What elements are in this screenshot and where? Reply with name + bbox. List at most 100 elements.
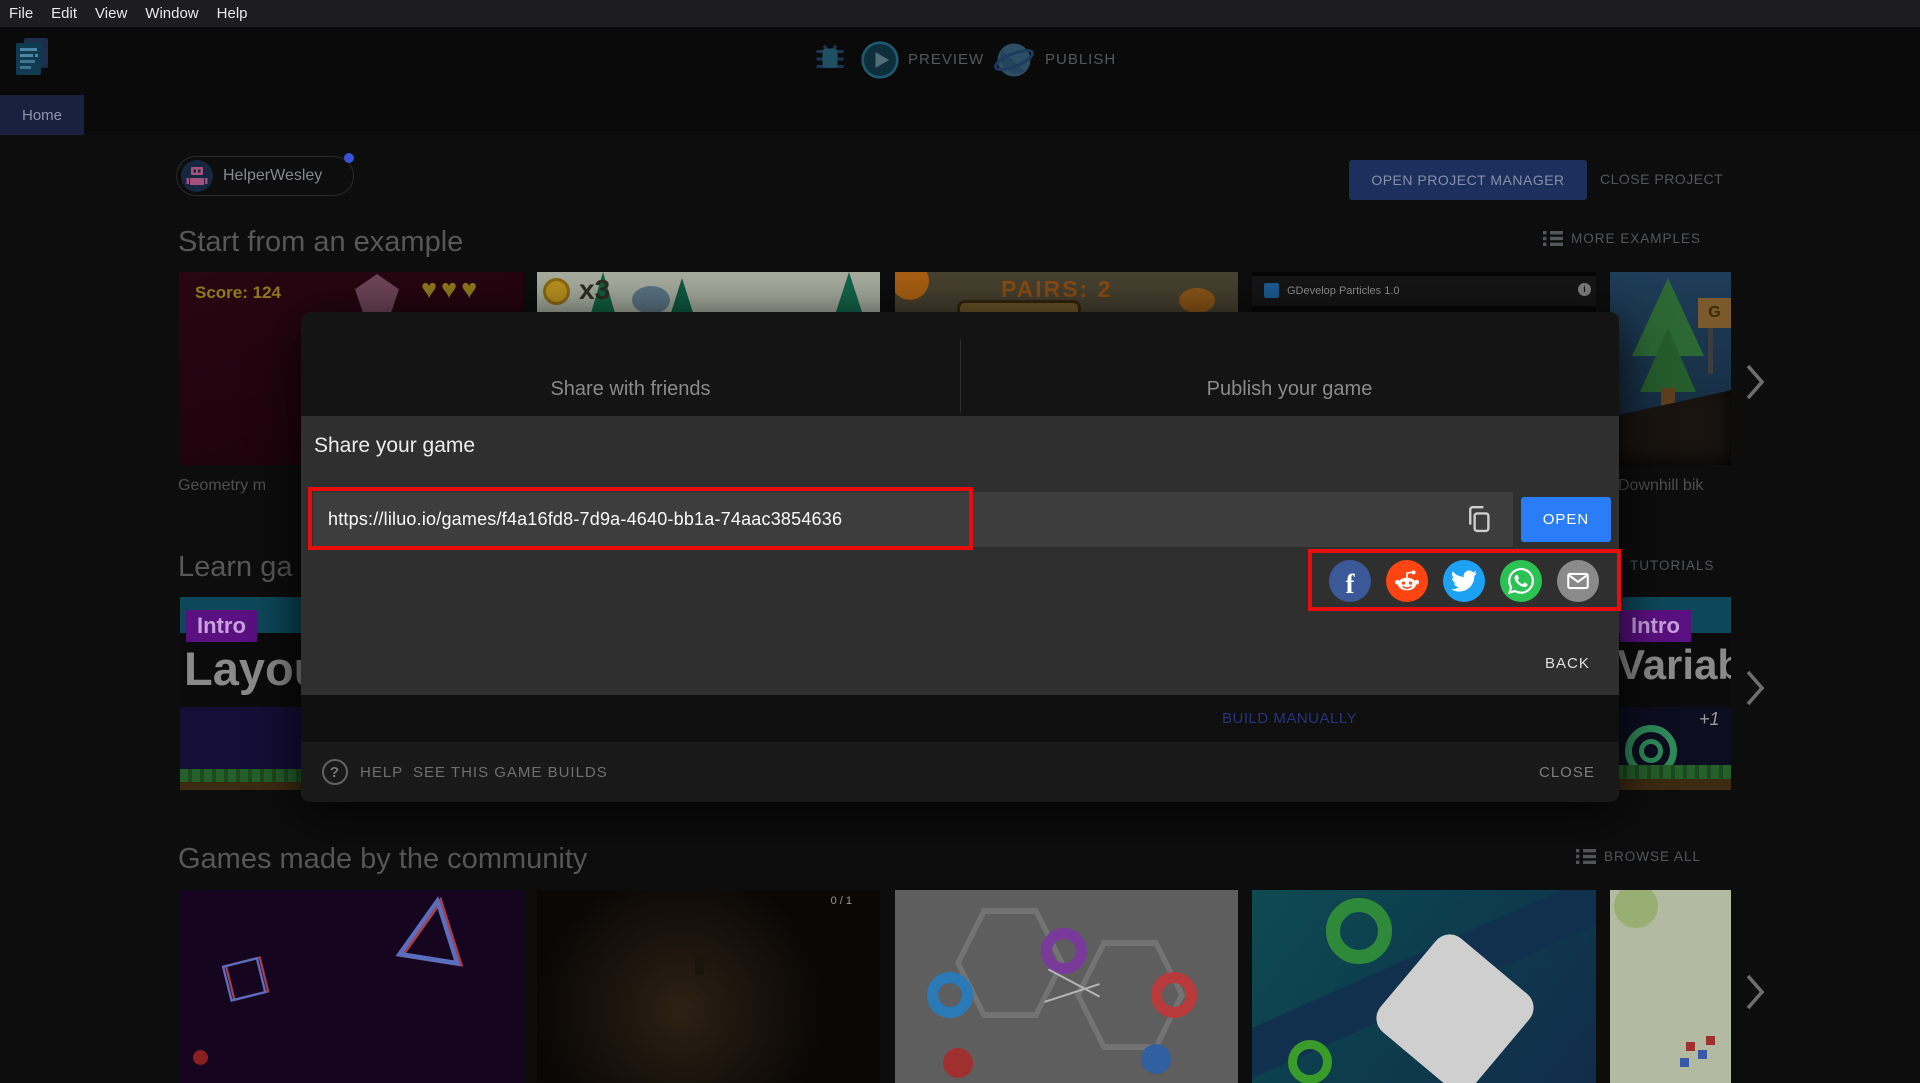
- open-game-button[interactable]: OPEN: [1521, 497, 1611, 542]
- green-ring: [1288, 1040, 1332, 1083]
- copy-url-button[interactable]: [1463, 504, 1495, 536]
- copy-icon: [1469, 505, 1490, 533]
- browse-all-button[interactable]: BROWSE ALL: [1576, 849, 1701, 864]
- facebook-icon: f: [1345, 568, 1355, 599]
- game-counter: 0 / 1: [830, 895, 852, 907]
- square-outline-shape: □: [217, 939, 271, 1016]
- hearts: ♥♥♥: [421, 274, 482, 304]
- community-thumb-5[interactable]: [1610, 890, 1731, 1083]
- build-manually-button[interactable]: BUILD MANUALLY: [1222, 695, 1357, 742]
- menu-edit[interactable]: Edit: [51, 5, 77, 22]
- tutorials-button[interactable]: TUTORIALS: [1630, 558, 1715, 573]
- see-game-builds-button[interactable]: SEE THIS GAME BUILDS: [413, 764, 608, 781]
- green-circle: [1614, 890, 1658, 928]
- section-title-learn: Learn ga: [178, 551, 293, 583]
- email-icon: [1567, 572, 1589, 590]
- share-dialog: Share with friends Publish your game Sha…: [301, 312, 1619, 802]
- user-profile-chip[interactable]: HelperWesley: [176, 156, 354, 196]
- notification-dot: [344, 153, 354, 163]
- menu-view[interactable]: View: [95, 5, 127, 22]
- publish-globe-icon[interactable]: [993, 39, 1035, 81]
- blue-ball: [1141, 1044, 1171, 1074]
- toolbar: PREVIEW PUBLISH Home: [0, 27, 1920, 135]
- whatsapp-icon: [1508, 568, 1534, 594]
- example-caption-downhill: Downhill bik: [1618, 477, 1704, 494]
- triangle-outline-shape: △: [393, 890, 475, 975]
- preview-button[interactable]: PREVIEW: [908, 51, 984, 68]
- carousel-next-icon[interactable]: [1744, 973, 1766, 1011]
- help-button[interactable]: HELP: [360, 764, 403, 781]
- tab-publish-your-game[interactable]: Publish your game: [960, 312, 1619, 416]
- community-thumb-4[interactable]: [1252, 890, 1596, 1083]
- tab-home[interactable]: Home: [0, 95, 84, 135]
- list-icon: [1576, 849, 1596, 864]
- purple-ring: [1041, 928, 1087, 974]
- intro-badge: Intro: [186, 610, 257, 642]
- pixel-cluster: [1686, 1042, 1695, 1051]
- intro-badge: Intro: [1620, 610, 1691, 642]
- stone-shape: [632, 286, 670, 314]
- share-whatsapp-button[interactable]: [1500, 560, 1542, 602]
- learn-thumb-variables[interactable]: Intro Variab +1: [1615, 597, 1731, 790]
- dirt-strip: [1615, 779, 1731, 790]
- carousel-next-icon[interactable]: [1744, 669, 1766, 707]
- gdevelop-logo-icon: [1264, 283, 1279, 298]
- list-icon: [1543, 231, 1563, 246]
- example-caption-geometry: Geometry m: [178, 477, 267, 494]
- community-thumb-3[interactable]: [895, 890, 1238, 1083]
- share-facebook-button[interactable]: f: [1329, 560, 1371, 602]
- preview-play-icon[interactable]: [860, 40, 900, 80]
- section-title-community: Games made by the community: [178, 843, 588, 875]
- game-url-field[interactable]: https://liluo.io/games/f4a16fd8-7d9a-464…: [313, 492, 1513, 547]
- tutorials-label: TUTORIALS: [1630, 558, 1715, 573]
- dialog-footer: ? HELP SEE THIS GAME BUILDS CLOSE: [301, 742, 1619, 802]
- section-title-examples: Start from an example: [178, 226, 464, 258]
- trail-sign: G: [1698, 298, 1731, 328]
- share-dialog-tabs: Share with friends Publish your game: [301, 312, 1619, 416]
- community-thumb-1[interactable]: △ □: [179, 890, 523, 1083]
- fish-shape: [1179, 288, 1215, 313]
- sign-pole: [1708, 324, 1713, 374]
- publish-button[interactable]: PUBLISH: [1045, 51, 1116, 68]
- pairs-label: PAIRS: 2: [1001, 276, 1113, 302]
- menu-help[interactable]: Help: [217, 5, 248, 22]
- figure-silhouette: [695, 958, 704, 975]
- close-project-button[interactable]: CLOSE PROJECT: [1600, 171, 1723, 187]
- dialog-dimmed-section: BUILD MANUALLY: [301, 695, 1619, 742]
- tab-divider: [960, 340, 961, 412]
- share-panel-title: Share your game: [314, 434, 476, 457]
- back-button[interactable]: BACK: [1545, 655, 1590, 672]
- pixel-cluster: [1698, 1050, 1707, 1059]
- menu-file[interactable]: File: [9, 5, 33, 22]
- community-thumb-2[interactable]: 0 / 1: [537, 890, 880, 1083]
- help-icon: ?: [322, 759, 348, 785]
- reddit-icon: [1394, 570, 1420, 591]
- pixel-cluster: [1680, 1058, 1689, 1067]
- pentagon-shape: [355, 274, 399, 314]
- carousel-next-icon[interactable]: [1744, 363, 1766, 401]
- tab-share-with-friends[interactable]: Share with friends: [301, 312, 960, 416]
- debug-icon[interactable]: [812, 39, 848, 79]
- twitter-icon: [1451, 570, 1477, 592]
- score-label: Score: 124: [195, 283, 281, 302]
- info-icon[interactable]: i: [1578, 283, 1591, 296]
- avatar: [181, 160, 213, 192]
- coin-multiplier: x3: [579, 274, 611, 305]
- more-examples-button[interactable]: MORE EXAMPLES: [1543, 231, 1701, 246]
- open-project-manager-button[interactable]: OPEN PROJECT MANAGER: [1349, 160, 1587, 200]
- share-twitter-button[interactable]: [1443, 560, 1485, 602]
- user-name: HelperWesley: [223, 167, 323, 184]
- bonus-label: +1: [1699, 709, 1720, 729]
- menu-window[interactable]: Window: [145, 5, 198, 22]
- coin-icon: [543, 278, 570, 305]
- example-thumb-downhill[interactable]: G: [1610, 272, 1731, 465]
- share-reddit-button[interactable]: [1386, 560, 1428, 602]
- project-manager-icon[interactable]: [12, 36, 50, 82]
- share-email-button[interactable]: [1557, 560, 1599, 602]
- green-ring: [1326, 898, 1392, 964]
- blue-ring: [927, 972, 973, 1018]
- close-dialog-button[interactable]: CLOSE: [1539, 764, 1595, 781]
- share-panel: Share your game https://liluo.io/games/f…: [301, 416, 1619, 695]
- browse-all-label: BROWSE ALL: [1604, 849, 1702, 864]
- grass-strip: [1615, 765, 1731, 779]
